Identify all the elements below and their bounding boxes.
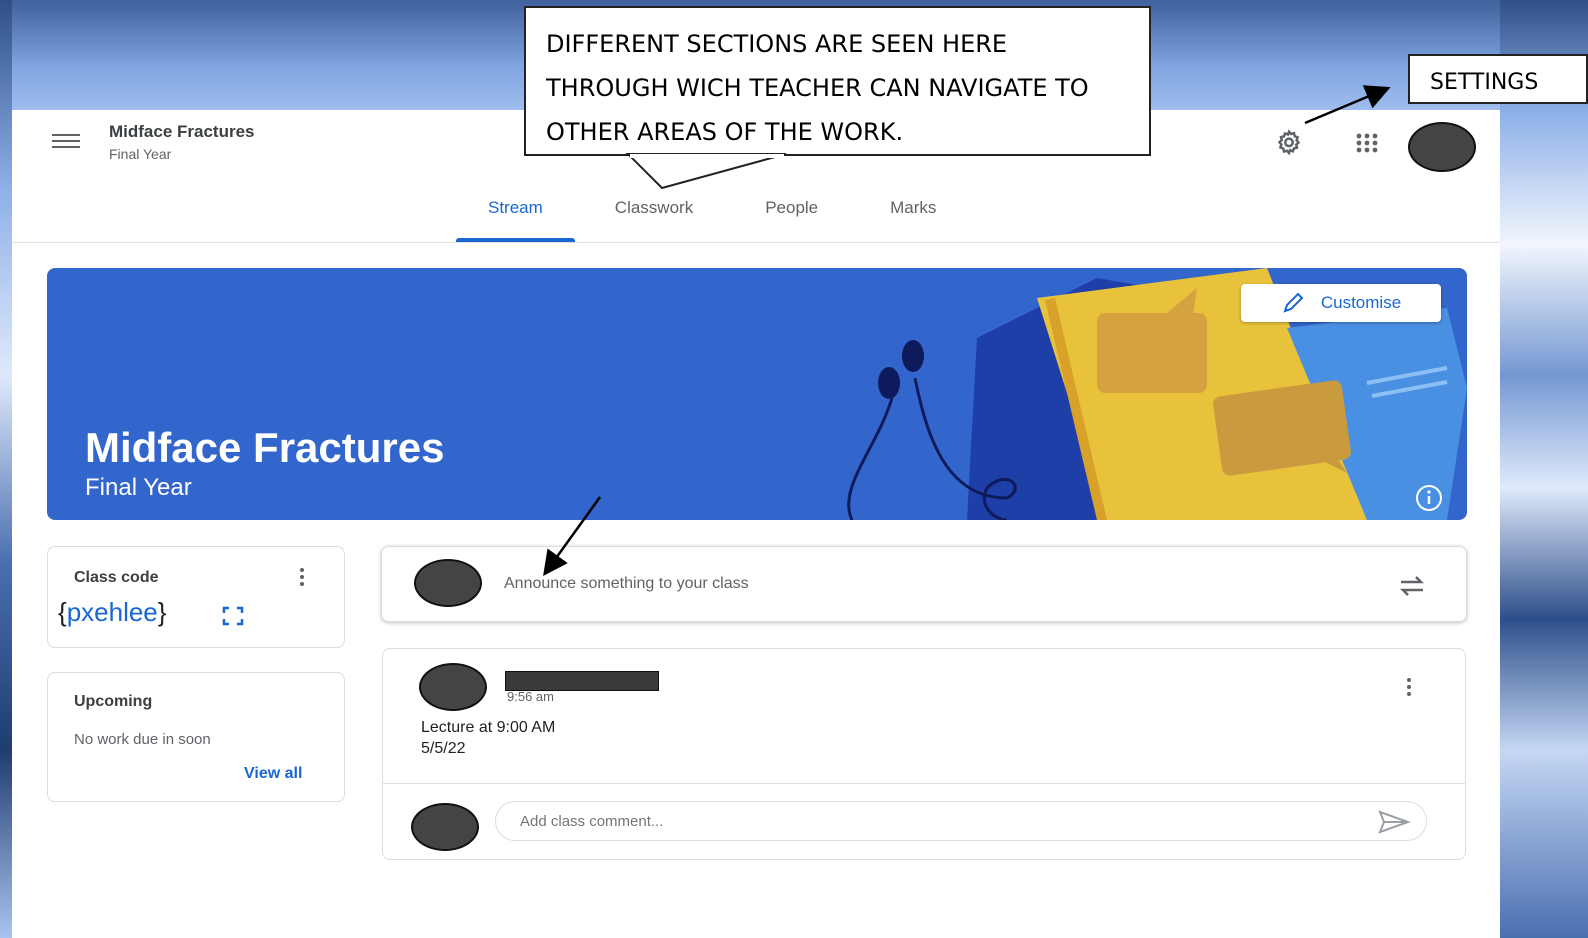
apps-grid-icon[interactable]: [1352, 130, 1382, 156]
redacted-author-name: [505, 671, 659, 691]
classroom-app: Midface Fractures Final Year Stream Clas…: [12, 110, 1500, 938]
more-vert-icon[interactable]: [294, 565, 310, 589]
tab-stream[interactable]: Stream: [452, 198, 579, 242]
class-code-value: {pxehlee}: [58, 597, 166, 628]
customise-button[interactable]: Customise: [1241, 284, 1441, 322]
post-card: 9:56 am Lecture at 9:00 AM 5/5/22: [382, 648, 1466, 860]
repost-icon[interactable]: [1396, 571, 1428, 601]
info-icon[interactable]: [1413, 482, 1445, 514]
class-title[interactable]: Midface Fractures: [109, 122, 255, 142]
view-all-link[interactable]: View all: [244, 765, 302, 783]
slide-background-left: [0, 0, 12, 938]
tab-bar: Stream Classwork People Marks: [452, 198, 972, 242]
post-line-2: 5/5/22: [421, 740, 466, 757]
post-line-1: Lecture at 9:00 AM: [421, 719, 556, 736]
code-open-brace: {: [58, 597, 67, 627]
gear-icon[interactable]: [1272, 128, 1306, 158]
class-subtitle: Final Year: [109, 146, 172, 162]
code-close-brace: }: [157, 597, 167, 627]
sections-callout-line-2: THROUGH WICH TEACHER CAN NAVIGATE TO: [546, 74, 1089, 102]
header-divider: [12, 242, 1500, 243]
pencil-icon: [1283, 292, 1304, 313]
fullscreen-icon[interactable]: [221, 605, 245, 627]
announce-input[interactable]: Announce something to your class: [504, 575, 749, 593]
post-time: 9:56 am: [507, 689, 554, 704]
tab-marks[interactable]: Marks: [854, 198, 972, 242]
class-code-label: Class code: [74, 569, 159, 586]
user-avatar: [414, 559, 482, 607]
upcoming-card: Upcoming No work due in soon View all: [47, 672, 345, 802]
tab-classwork[interactable]: Classwork: [579, 198, 729, 242]
slide-background-right: [1500, 0, 1588, 938]
author-avatar: [419, 663, 487, 711]
send-icon[interactable]: [1377, 809, 1411, 835]
tab-people[interactable]: People: [729, 198, 854, 242]
customise-label: Customise: [1320, 293, 1402, 312]
upcoming-text: No work due in soon: [74, 731, 211, 748]
menu-icon[interactable]: [52, 134, 80, 150]
sections-callout-line-3: OTHER AREAS OF THE WORK.: [546, 118, 904, 146]
banner-subtitle: Final Year: [85, 474, 192, 501]
announce-card[interactable]: Announce something to your class: [381, 546, 1467, 622]
banner-title: Midface Fractures: [85, 424, 445, 471]
sections-callout: DIFFERENT SECTIONS ARE SEEN HERE THROUGH…: [524, 6, 1151, 156]
upcoming-label: Upcoming: [74, 693, 153, 710]
post-body: Lecture at 9:00 AM 5/5/22: [421, 717, 555, 759]
class-banner: Midface Fractures Final Year Customise: [47, 268, 1467, 520]
account-avatar[interactable]: [1408, 122, 1476, 172]
class-code-card: Class code {pxehlee}: [47, 546, 345, 648]
more-vert-icon[interactable]: [1401, 675, 1417, 699]
comment-input[interactable]: [495, 801, 1427, 841]
commenter-avatar: [411, 803, 479, 851]
post-divider: [383, 783, 1465, 784]
settings-callout: SETTINGS: [1408, 54, 1588, 104]
sections-callout-line-1: DIFFERENT SECTIONS ARE SEEN HERE: [546, 30, 1008, 58]
class-code-text: pxehlee: [66, 597, 158, 627]
